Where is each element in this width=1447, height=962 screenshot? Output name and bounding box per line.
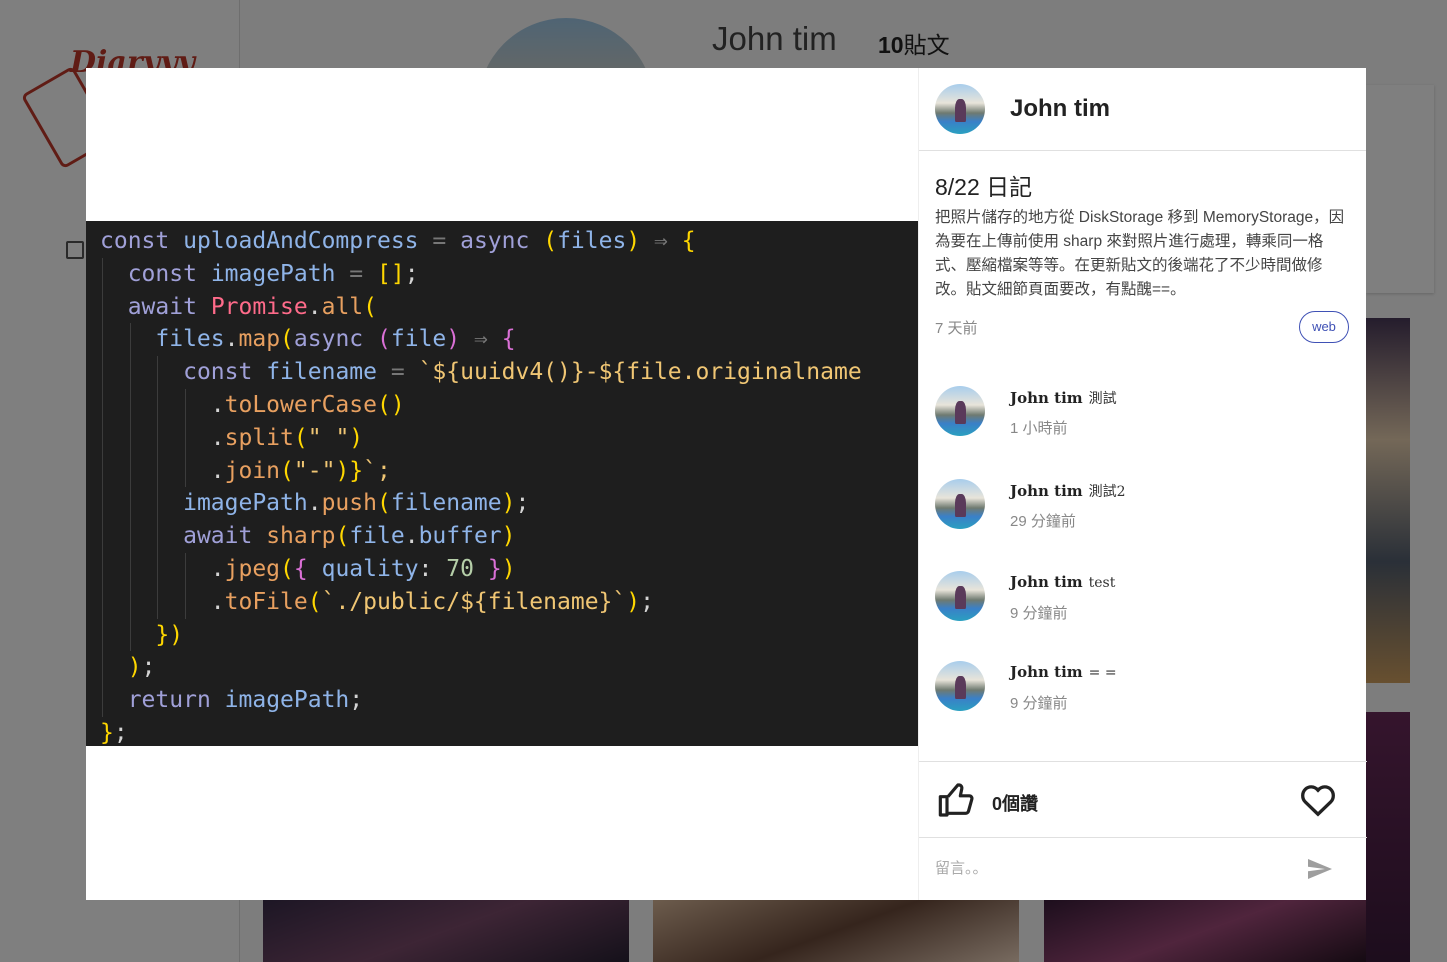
indent-guide	[157, 552, 159, 586]
indent-guide	[157, 421, 159, 455]
like-count: 0個讚	[992, 794, 1039, 814]
indent-guide	[102, 585, 103, 619]
indent-guide	[129, 421, 131, 455]
indent-guide	[102, 651, 103, 685]
code-line: .toFile(`./public/${filename}`);	[100, 585, 918, 619]
post-sidebar: John tim 8/22 日記 把照片儲存的地方從 DiskStorage 移…	[918, 68, 1367, 900]
code-line: const imagePath = [];	[100, 257, 918, 291]
indent-guide	[157, 356, 159, 389]
code-line: const filename = `${uuidv4()}-${file.ori…	[100, 356, 918, 389]
indent-guide	[129, 585, 131, 619]
author-name[interactable]: John tim	[1010, 95, 1110, 123]
comment-user[interactable]: John tim	[1010, 573, 1083, 591]
commenter-avatar[interactable]	[935, 386, 985, 436]
heart-outline-icon[interactable]	[1300, 783, 1336, 817]
indent-guide	[102, 421, 103, 455]
post-title: 8/22 日記	[935, 174, 1033, 200]
comment-item: John tim = = 9 分鐘前	[935, 661, 1355, 721]
post-detail-modal: const uploadAndCompress = async (files) …	[86, 68, 1367, 900]
code-line: .join("-")}`;	[100, 454, 918, 488]
comment-item: John tim 測試 1 小時前	[935, 386, 1355, 446]
post-image: const uploadAndCompress = async (files) …	[86, 68, 918, 900]
indent-guide	[102, 323, 103, 357]
indent-guide	[185, 454, 187, 488]
tag-chip[interactable]: web	[1299, 311, 1349, 343]
comment-text: 測試	[1088, 391, 1117, 407]
comment-time: 29 分鐘前	[1010, 513, 1076, 530]
post-actions: 0個讚	[919, 761, 1367, 838]
comment-input[interactable]	[935, 853, 1295, 883]
indent-guide	[129, 520, 131, 553]
indent-guide	[129, 487, 131, 521]
comment-time: 9 分鐘前	[1010, 605, 1068, 622]
code-line: imagePath.push(filename);	[100, 487, 918, 521]
code-line: return imagePath;	[100, 684, 918, 717]
code-line: .toLowerCase()	[100, 388, 918, 422]
code-line: .jpeg({ quality: 70 })	[100, 552, 918, 586]
indent-guide	[102, 290, 103, 324]
code-line: );	[100, 651, 918, 685]
indent-guide	[157, 520, 159, 553]
indent-guide	[185, 421, 187, 455]
code-line: })	[100, 618, 918, 652]
send-icon[interactable]	[1307, 858, 1333, 880]
indent-guide	[129, 618, 131, 652]
code-screenshot: const uploadAndCompress = async (files) …	[86, 221, 918, 746]
indent-guide	[185, 388, 187, 422]
code-line: const uploadAndCompress = async (files) …	[100, 228, 696, 254]
indent-guide	[157, 454, 159, 488]
commenter-avatar[interactable]	[935, 479, 985, 529]
indent-guide	[129, 454, 131, 488]
comment-text: 測試2	[1088, 484, 1126, 500]
indent-guide	[102, 618, 103, 652]
indent-guide	[102, 552, 103, 586]
indent-guide	[102, 257, 103, 291]
post-header: John tim	[919, 68, 1366, 151]
indent-guide	[102, 684, 103, 717]
commenter-avatar[interactable]	[935, 661, 985, 711]
thumb-up-icon[interactable]	[937, 780, 977, 820]
code-line: files.map(async (file) ⇒ {	[100, 323, 918, 357]
comment-item: John tim test 9 分鐘前	[935, 571, 1355, 631]
comment-user[interactable]: John tim	[1010, 663, 1083, 681]
comment-item: John tim 測試2 29 分鐘前	[935, 479, 1355, 539]
indent-guide	[157, 585, 159, 619]
indent-guide	[129, 388, 131, 422]
indent-guide	[185, 552, 187, 586]
indent-guide	[102, 520, 103, 553]
indent-guide	[102, 388, 103, 422]
comment-time: 1 小時前	[1010, 420, 1068, 437]
commenter-avatar[interactable]	[935, 571, 985, 621]
code-line: .split(" ")	[100, 421, 918, 455]
indent-guide	[129, 356, 131, 389]
post-time: 7 天前	[935, 320, 978, 337]
code-line: await sharp(file.buffer)	[100, 520, 918, 553]
indent-guide	[157, 487, 159, 521]
indent-guide	[102, 454, 103, 488]
indent-guide	[185, 585, 187, 619]
comment-text: test	[1088, 575, 1116, 591]
indent-guide	[129, 323, 131, 357]
author-avatar[interactable]	[935, 84, 985, 134]
comment-user[interactable]: John tim	[1010, 482, 1083, 500]
code-line: };	[100, 719, 128, 746]
indent-guide	[102, 487, 103, 521]
indent-guide	[129, 552, 131, 586]
code-line: await Promise.all(	[100, 290, 918, 324]
post-body: 把照片儲存的地方從 DiskStorage 移到 MemoryStorage，因…	[935, 209, 1345, 298]
indent-guide	[157, 388, 159, 422]
indent-guide	[102, 356, 103, 389]
comment-user[interactable]: John tim	[1010, 389, 1083, 407]
comment-time: 9 分鐘前	[1010, 695, 1068, 712]
comment-text: = =	[1088, 665, 1117, 681]
